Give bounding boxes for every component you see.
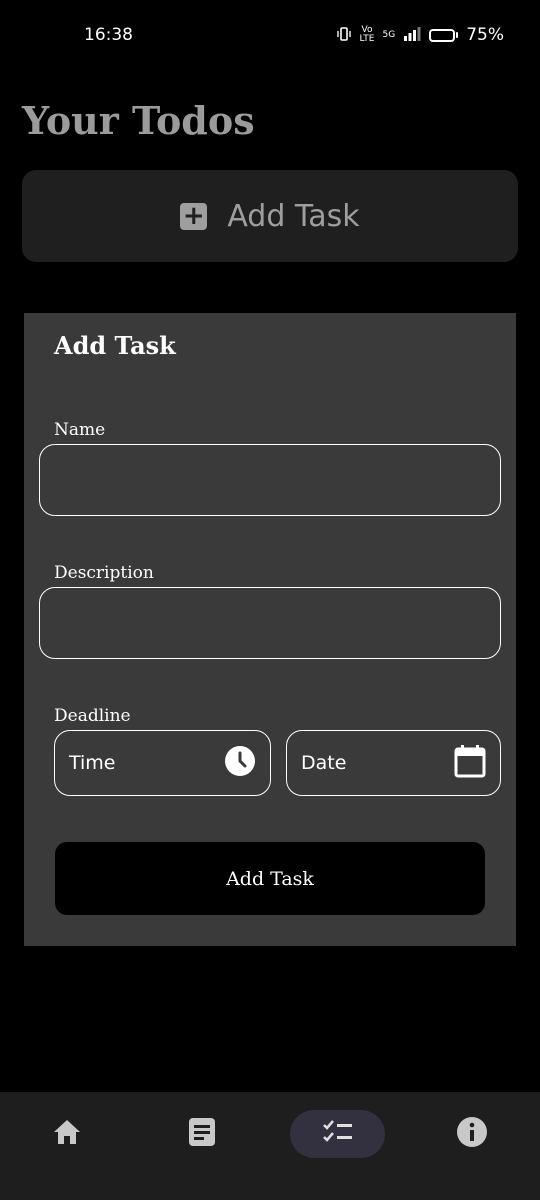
checklist-icon: [322, 1119, 354, 1149]
plus-box-icon: +: [180, 202, 208, 230]
nav-notes[interactable]: [178, 1110, 226, 1158]
network-type-label: 5G: [382, 29, 396, 40]
vibrate-icon: [336, 26, 352, 44]
signal-icon: [403, 26, 421, 44]
status-icons: Vo LTE 5G 75%: [336, 25, 504, 45]
nav-info[interactable]: [448, 1110, 496, 1158]
nav-home[interactable]: [43, 1110, 91, 1158]
add-task-toggle-label: Add Task: [227, 198, 360, 234]
date-placeholder: Date: [301, 752, 347, 774]
battery-icon: [429, 28, 459, 42]
volte-bottom-label: LTE: [359, 34, 375, 44]
info-icon: [456, 1116, 488, 1152]
submit-add-task-button[interactable]: Add Task: [55, 842, 485, 915]
calendar-icon[interactable]: [454, 744, 486, 783]
form-title: Add Task: [54, 331, 176, 360]
description-input[interactable]: [39, 587, 501, 659]
time-placeholder: Time: [69, 752, 116, 774]
status-bar: 16:38 Vo LTE 5G 75%: [0, 0, 540, 72]
add-task-form: Add Task Name Description Deadline Time …: [24, 313, 516, 946]
notes-icon: [188, 1117, 216, 1151]
date-picker-field[interactable]: Date: [286, 730, 501, 796]
home-icon: [52, 1118, 82, 1150]
name-label: Name: [54, 420, 106, 440]
page-title: Your Todos: [22, 98, 255, 143]
nav-todos[interactable]: [290, 1110, 385, 1158]
battery-percent: 75%: [466, 25, 504, 45]
deadline-label: Deadline: [54, 706, 131, 726]
status-time: 16:38: [84, 25, 133, 45]
clock-icon[interactable]: [224, 745, 256, 782]
name-input[interactable]: [39, 444, 501, 516]
description-label: Description: [54, 563, 154, 583]
add-task-toggle-button[interactable]: + Add Task: [22, 170, 518, 262]
time-picker-field[interactable]: Time: [54, 730, 271, 796]
submit-add-task-label: Add Task: [226, 867, 314, 890]
bottom-nav: [0, 1092, 540, 1200]
